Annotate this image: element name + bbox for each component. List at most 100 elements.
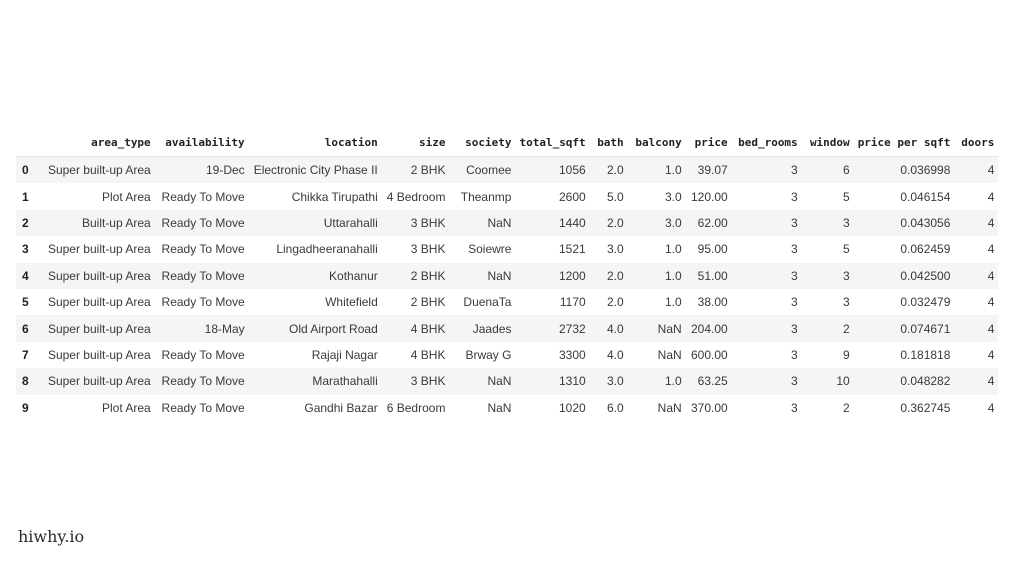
table-cell: Chikka Tirupathi <box>291 189 378 204</box>
table-cell: 3 BHK <box>410 374 446 389</box>
table-cell: 2 <box>843 400 850 415</box>
table-cell: 3.0 <box>607 242 624 257</box>
table-cell: 3 BHK <box>410 215 446 230</box>
table-cell: Ready To Move <box>161 400 245 415</box>
table-cell: 10 <box>836 374 850 389</box>
table-cell: 1440 <box>558 215 586 230</box>
table-cell: NaN <box>657 400 682 415</box>
table-cell: 39.07 <box>697 163 728 178</box>
table-row: 0 Super built-up Area 19-Dec Electronic Cit… <box>16 156 999 184</box>
table-cell: Brway G <box>465 347 512 362</box>
table-cell: 2.0 <box>607 268 624 283</box>
table-cell: 0.181818 <box>900 347 951 362</box>
table-cell: 0.046154 <box>900 189 951 204</box>
table-cell: 1200 <box>558 268 586 283</box>
table-cell: 0.048282 <box>900 374 951 389</box>
row-index: 1 <box>22 189 29 204</box>
table-cell: Soiewre <box>468 242 512 257</box>
table-cell: 4 <box>987 189 995 204</box>
table-row: 4 Super built-up Area Ready To Move Kothanu… <box>16 262 999 289</box>
table-cell: Whitefield <box>325 295 378 310</box>
table-cell: 1.0 <box>665 374 682 389</box>
table-row: 7 Super built-up Area Ready To Move Rajaji … <box>16 341 999 369</box>
table-row: 3 Super built-up Area Ready To Move Lingadh… <box>16 236 999 263</box>
table-cell: 3 <box>791 163 798 178</box>
column-header: society <box>449 131 516 157</box>
table-body: 0 Super built-up Area 19-Dec Electronic Cit… <box>16 156 999 421</box>
table-cell: Ready To Move <box>161 295 245 310</box>
table-cell: Ready To Move <box>161 374 245 389</box>
table-cell: Ready To Move <box>161 242 245 257</box>
table-cell: Ready To Move <box>161 268 245 283</box>
table-cell: Super built-up Area <box>47 374 151 389</box>
table-cell: 19-Dec <box>206 163 245 178</box>
table-cell: 3 <box>791 189 798 204</box>
table-cell: 4 <box>987 321 995 336</box>
table-cell: 4 <box>987 242 995 257</box>
table-cell: 38.00 <box>697 295 728 310</box>
table-cell: 3.0 <box>665 189 682 204</box>
table-cell: 1.0 <box>665 268 682 283</box>
column-header: price per sqft <box>853 131 955 157</box>
table-cell: 6 Bedroom <box>386 400 446 415</box>
table-cell: 120.00 <box>690 189 728 204</box>
row-index: 5 <box>22 295 29 310</box>
table-row: 6 Super built-up Area 18-May Old Airport Ro… <box>16 315 999 342</box>
table-cell: Electronic City Phase II <box>253 163 378 178</box>
table-cell: 1.0 <box>665 163 682 178</box>
index-header <box>16 131 35 157</box>
table-cell: Marathahalli <box>312 374 378 389</box>
table-cell: 5 <box>843 242 850 257</box>
table-cell: 2 BHK <box>410 268 446 283</box>
row-index: 0 <box>22 163 29 178</box>
table-cell: Gandhi Bazar <box>304 400 378 415</box>
table-cell: Plot Area <box>101 189 151 204</box>
table-cell: 2.0 <box>607 163 624 178</box>
table-cell: Super built-up Area <box>47 295 151 310</box>
table-cell: 204.00 <box>690 321 728 336</box>
table-cell: Rajaji Nagar <box>311 347 378 362</box>
table-cell: 3 <box>791 347 798 362</box>
watermark: hiwhy.io <box>18 527 85 546</box>
table-cell: 2 BHK <box>410 295 446 310</box>
table-cell: 2 <box>843 321 850 336</box>
table-cell: 2.0 <box>607 215 624 230</box>
table-cell: 1020 <box>558 400 586 415</box>
table-cell: NaN <box>487 400 512 415</box>
table-cell: Coomee <box>466 163 512 178</box>
column-header: location <box>248 131 382 157</box>
table-cell: Built-up Area <box>81 215 151 230</box>
table-cell: 4 <box>987 215 995 230</box>
table-cell: 0.032479 <box>900 295 951 310</box>
table-cell: 3 <box>843 268 850 283</box>
table-cell: 6.0 <box>607 400 624 415</box>
table-cell: 1170 <box>559 295 586 310</box>
table-cell: 3.0 <box>665 215 682 230</box>
table-cell: 3 <box>791 295 798 310</box>
table-cell: Ready To Move <box>161 215 245 230</box>
table-cell: Plot Area <box>101 400 151 415</box>
table-cell: Uttarahalli <box>323 215 378 230</box>
dataframe-table: area_type availability location size soc… <box>16 131 999 421</box>
column-header: doors <box>954 131 999 157</box>
table-cell: 3 <box>791 374 798 389</box>
table-cell: 62.00 <box>697 215 728 230</box>
table-cell: 1521 <box>558 242 586 257</box>
column-header: total_sqft <box>515 131 590 157</box>
table-cell: 5 <box>843 189 850 204</box>
table-cell: 0.074671 <box>900 321 951 336</box>
table-cell: 1310 <box>558 374 586 389</box>
table-cell: 3 <box>791 400 798 415</box>
column-header: size <box>381 131 450 157</box>
table-cell: 0.036998 <box>900 163 951 178</box>
table-cell: NaN <box>487 268 512 283</box>
column-header: area_type <box>34 131 155 157</box>
table-cell: 1.0 <box>665 242 682 257</box>
table-cell: 2 BHK <box>410 163 446 178</box>
table-cell: NaN <box>657 347 682 362</box>
table-cell: 6 <box>843 163 850 178</box>
table-cell: 4 Bedroom <box>386 189 446 204</box>
table-cell: Old Airport Road <box>289 321 378 336</box>
table-cell: 3 <box>791 321 798 336</box>
table-row: 5 Super built-up Area Ready To Move Whitefi… <box>16 288 999 316</box>
